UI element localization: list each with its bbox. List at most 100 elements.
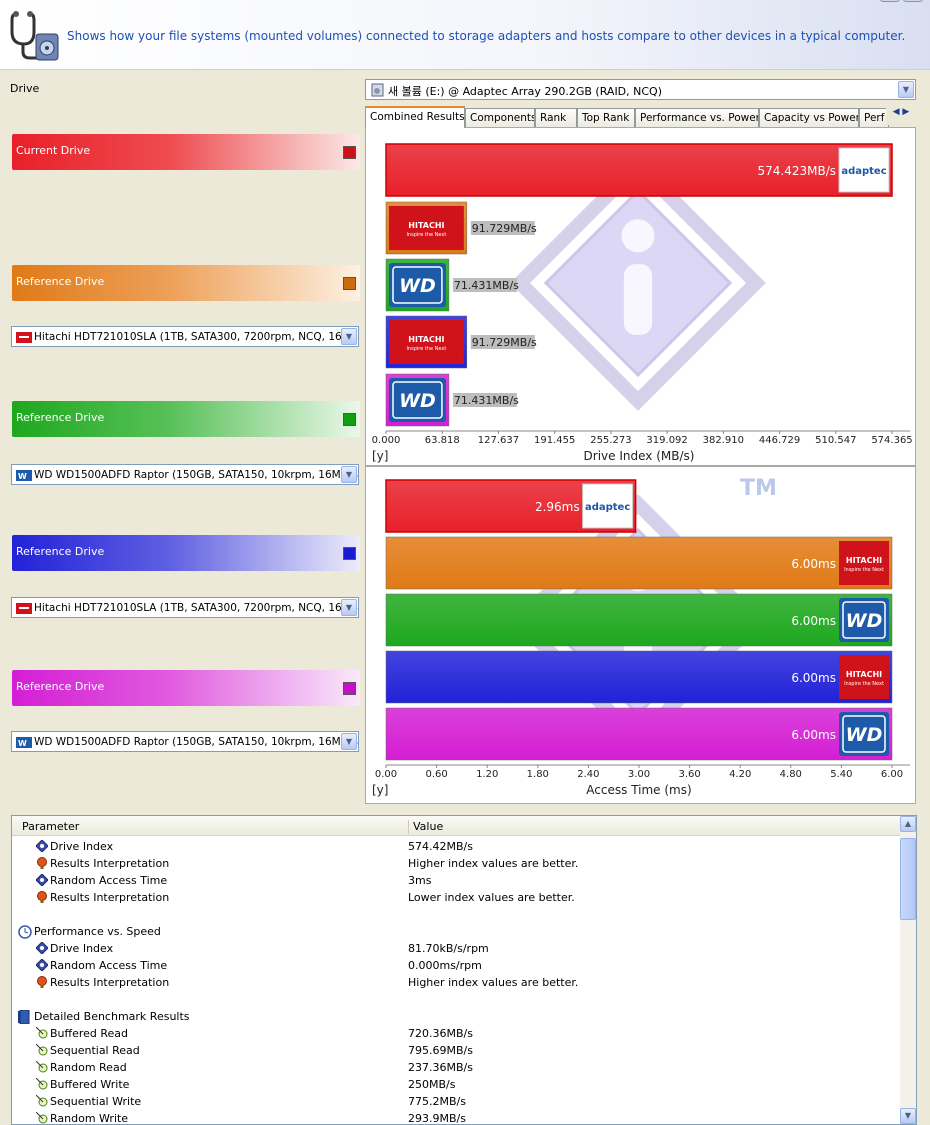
table-row[interactable]: Random Access Time 3ms (12, 872, 900, 889)
svg-text:W: W (18, 739, 27, 748)
diamond-icon (35, 941, 49, 955)
table-row[interactable]: Drive Index 81.70kB/s/rpm (12, 940, 900, 957)
scroll-down-button[interactable]: ▼ (900, 1108, 916, 1124)
gauge-icon (35, 1111, 48, 1124)
parameter-cell: Random Read (50, 1061, 127, 1074)
clock-icon (18, 925, 32, 939)
table-row[interactable]: Drive Index 574.42MB/s (12, 838, 900, 855)
drive-index-panel: TMadaptec574.423MB/sHITACHIInspire the N… (365, 127, 916, 466)
adaptec-logo-text: adaptec (841, 166, 886, 177)
x-axis-title: Access Time (ms) (586, 783, 691, 797)
table-row[interactable] (12, 906, 900, 923)
parameter-cell: Detailed Benchmark Results (34, 1010, 190, 1023)
value-label: 574.423MB/s (757, 164, 836, 178)
wd-logo-icon: W (16, 470, 32, 481)
table-row[interactable]: Performance vs. Speed (12, 923, 900, 940)
tab-combined-results[interactable]: Combined Results (365, 106, 465, 128)
parameter-cell: Random Write (50, 1112, 129, 1125)
parameter-cell: Drive Index (50, 942, 114, 955)
drive-select[interactable]: 새 볼륨 (E:) @ Adaptec Array 290.2GB (RAID,… (365, 79, 916, 100)
reference-drive-select-2[interactable]: W WD WD1500ADFD Raptor (150GB, SATA150, … (11, 464, 359, 485)
corner-label: [y] (372, 783, 388, 797)
table-row[interactable]: Buffered Read 720.36MB/s (12, 1025, 900, 1042)
table-row[interactable]: Buffered Write 250MB/s (12, 1076, 900, 1093)
parameter-cell: Results Interpretation (50, 857, 170, 870)
lightbulb-icon (36, 976, 48, 988)
table-row[interactable]: Results Interpretation Higher index value… (12, 974, 900, 991)
tick-label: 0.00 (375, 769, 397, 780)
reference-color-swatch-3[interactable] (343, 547, 356, 560)
tick-label: 4.80 (780, 769, 802, 780)
lightbulb-icon (36, 857, 48, 869)
tick-label: 382.910 (703, 435, 744, 446)
reference-color-swatch-2[interactable] (343, 413, 356, 426)
table-row[interactable]: Sequential Read 795.69MB/s (12, 1042, 900, 1059)
parameter-cell: Performance vs. Speed (34, 925, 161, 938)
value-label: 6.00ms (791, 671, 836, 685)
tick-label: 0.60 (425, 769, 447, 780)
tab-performance-vs-power[interactable]: Performance vs. Power (635, 108, 759, 128)
tab-scroll-arrows[interactable]: ◀ ▶ (886, 107, 916, 125)
tab-perf[interactable]: Perf (859, 108, 889, 128)
lightbulb-icon (36, 891, 48, 903)
parameter-cell: Buffered Read (50, 1027, 129, 1040)
chevron-down-icon[interactable]: ▼ (341, 733, 357, 750)
tab-components[interactable]: Components (465, 108, 535, 128)
vertical-scrollbar[interactable]: ▲ ▼ (900, 816, 916, 1124)
column-header-parameter[interactable]: Parameter (22, 820, 79, 833)
tab-top-rank[interactable]: Top Rank (577, 108, 635, 128)
chevron-down-icon[interactable]: ▼ (341, 466, 357, 483)
reference-drive-label: Reference Drive (16, 680, 105, 693)
table-row[interactable] (12, 991, 900, 1008)
hitachi-tagline: Inspire the Next (406, 346, 446, 352)
table-row[interactable]: Random Read 237.36MB/s (12, 1059, 900, 1076)
reference-drive-select-4[interactable]: W WD WD1500ADFD Raptor (150GB, SATA150, … (11, 731, 359, 752)
chevron-down-icon[interactable]: ▼ (341, 328, 357, 345)
value-label: 6.00ms (791, 614, 836, 628)
hitachi-logo-text: HITACHI (408, 335, 444, 344)
tick-label: 127.637 (478, 435, 519, 446)
tick-label: 510.547 (815, 435, 856, 446)
value-cell: 81.70kB/s/rpm (408, 942, 489, 955)
scroll-up-button[interactable]: ▲ (900, 816, 916, 832)
reference-drive-label: Reference Drive (16, 275, 105, 288)
tab-capacity-vs-power[interactable]: Capacity vs Power (759, 108, 859, 128)
current-drive-bar: Current Drive (12, 134, 360, 170)
hitachi-tagline: Inspire the Next (406, 232, 446, 238)
table-row[interactable]: Detailed Benchmark Results (12, 1008, 900, 1025)
adaptec-logo: adaptec (582, 483, 634, 529)
reference-drive-select-3[interactable]: Hitachi HDT721010SLA (1TB, SATA300, 7200… (11, 597, 359, 618)
stethoscope-drive-icon (10, 11, 59, 61)
table-row[interactable]: Results Interpretation Lower index values… (12, 889, 900, 906)
reference-color-swatch-1[interactable] (343, 277, 356, 290)
value-label: 91.729MB/s (472, 336, 537, 349)
tick-label: 191.455 (534, 435, 575, 446)
reference-drive-label: Reference Drive (16, 545, 105, 558)
table-row[interactable]: Random Write 293.9MB/s (12, 1110, 900, 1125)
parameter-cell: Random Access Time (50, 959, 168, 972)
column-header-value[interactable]: Value (408, 820, 443, 834)
hitachi-logo: HITACHI Inspire the Next (839, 655, 889, 699)
hitachi-logo-text: HITACHI (408, 221, 444, 230)
gauge-icon (35, 1060, 48, 1073)
access-time-chart: TM adaptec 2.96ms HITACHI Inspire the Next 6.… (372, 476, 910, 797)
reference-drive-select-1[interactable]: Hitachi HDT721010SLA (1TB, SATA300, 7200… (11, 326, 359, 347)
current-drive-label: Current Drive (16, 144, 91, 157)
window-close-button[interactable] (903, 0, 923, 2)
value-cell: 237.36MB/s (408, 1061, 473, 1074)
chevron-down-icon[interactable]: ▼ (341, 599, 357, 616)
table-row[interactable]: Results Interpretation Higher index value… (12, 855, 900, 872)
wd-logo: WD (389, 263, 446, 307)
tab-rank[interactable]: Rank (535, 108, 577, 128)
value-cell: 3ms (408, 874, 432, 887)
window-minimize-button[interactable] (880, 0, 900, 2)
reference-color-swatch-4[interactable] (343, 682, 356, 695)
table-row[interactable]: Sequential Write 775.2MB/s (12, 1093, 900, 1110)
current-color-swatch[interactable] (343, 146, 356, 159)
chevron-down-icon[interactable]: ▼ (898, 81, 914, 98)
diamond-icon (35, 958, 49, 972)
reference-drive-label: Reference Drive (16, 411, 105, 424)
diamond-icon (35, 873, 49, 887)
table-row[interactable]: Random Access Time 0.000ms/rpm (12, 957, 900, 974)
scroll-thumb[interactable] (900, 838, 916, 920)
